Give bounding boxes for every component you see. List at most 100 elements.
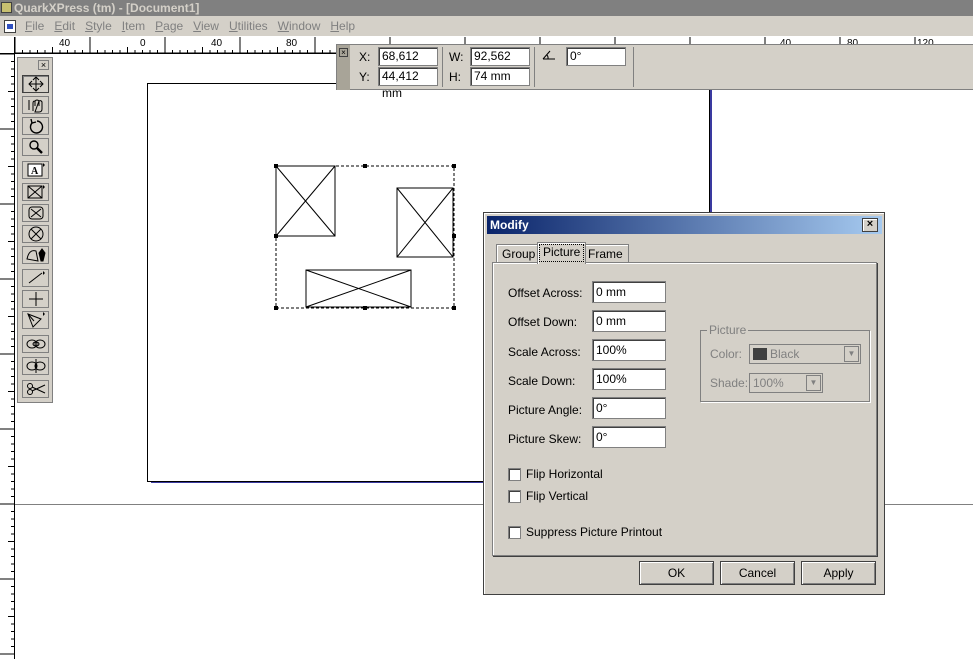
content-tool-icon[interactable] <box>22 96 49 114</box>
color-swatch <box>753 348 767 360</box>
suppress-printout-label[interactable]: Suppress Picture Printout <box>526 525 662 539</box>
scale-down-field[interactable]: 100% <box>592 368 666 390</box>
menu-style[interactable]: Style <box>80 19 117 33</box>
apply-button[interactable]: Apply <box>801 561 876 585</box>
menu-item[interactable]: Item <box>117 19 150 33</box>
orthogonal-line-tool-icon[interactable] <box>22 290 49 308</box>
rotation-tool-icon[interactable] <box>22 117 49 135</box>
svg-text:A: A <box>31 166 39 177</box>
move-tool-icon[interactable] <box>22 75 49 93</box>
y-label: Y: <box>359 70 370 84</box>
shade-label: Shade: <box>710 376 749 390</box>
tab-group[interactable]: Group <box>496 244 542 264</box>
tools-palette: × A <box>17 57 53 403</box>
angle-icon <box>542 50 555 60</box>
line-tool-icon[interactable] <box>22 269 49 287</box>
picture-skew-label: Picture Skew: <box>508 432 582 446</box>
menu-file[interactable]: File <box>20 19 49 33</box>
menu-bar: File Edit Style Item Page View Utilities… <box>0 16 973 37</box>
picture-box-1 <box>275 165 336 237</box>
picture-tab-panel: Offset Across: 0 mm Offset Down: 0 mm Sc… <box>492 262 877 556</box>
picture-box-3 <box>305 269 412 308</box>
scale-across-label: Scale Across: <box>508 345 581 359</box>
color-value: Black <box>770 347 800 361</box>
zoom-tool-icon[interactable] <box>22 138 49 156</box>
chevron-down-icon[interactable]: ▼ <box>844 346 859 362</box>
flip-horizontal-label[interactable]: Flip Horizontal <box>526 467 603 481</box>
linking-tool-icon[interactable] <box>22 335 49 353</box>
ruler-label: 40 <box>59 38 71 49</box>
chevron-down-icon[interactable]: ▼ <box>806 375 821 391</box>
color-select[interactable]: Black ▼ <box>749 344 861 364</box>
window-title: QuarkXPress (tm) - [Document1] <box>14 1 200 15</box>
width-label: W: <box>449 50 464 64</box>
offset-down-label: Offset Down: <box>508 315 578 329</box>
ok-button[interactable]: OK <box>639 561 714 585</box>
width-field[interactable]: 92,562 mm <box>470 47 530 80</box>
shade-value: 100% <box>753 376 784 390</box>
picture-box-2 <box>396 187 454 258</box>
offset-across-field[interactable]: 0 mm <box>592 281 666 303</box>
menu-utilities[interactable]: Utilities <box>224 19 273 33</box>
modify-dialog: Modify × Group Picture Frame Offset Acro… <box>483 212 885 595</box>
ruler-label: 40 <box>211 38 223 49</box>
vertical-ruler[interactable] <box>0 54 15 659</box>
scissors-tool-icon[interactable] <box>22 380 49 398</box>
y-field[interactable]: 44,412 mm <box>378 67 438 100</box>
dialog-title: Modify <box>490 218 529 232</box>
picture-angle-field[interactable]: 0° <box>592 397 666 419</box>
scale-across-field[interactable]: 100% <box>592 339 666 361</box>
cancel-button[interactable]: Cancel <box>720 561 795 585</box>
text-box-tool-icon[interactable]: A <box>22 161 49 179</box>
shade-select[interactable]: 100% ▼ <box>749 373 823 393</box>
menu-help[interactable]: Help <box>325 19 360 33</box>
divider <box>442 47 443 87</box>
picture-color-group: Picture Color: Black ▼ Shade: 100% ▼ <box>700 323 870 402</box>
tab-frame[interactable]: Frame <box>582 244 629 264</box>
height-label: H: <box>449 70 461 84</box>
ruler-ticks <box>0 54 14 655</box>
measurements-palette: × X: 68,612 mm Y: 44,412 mm W: 92,562 mm… <box>336 44 973 100</box>
x-field[interactable]: 68,612 mm <box>378 47 438 80</box>
oval-picture-box-tool-icon[interactable] <box>22 225 49 243</box>
close-icon[interactable]: × <box>862 218 878 232</box>
menu-window[interactable]: Window <box>273 19 326 33</box>
app-icon[interactable] <box>1 2 12 13</box>
picture-group-legend: Picture <box>707 323 749 337</box>
x-label: X: <box>359 50 371 64</box>
color-label: Color: <box>710 347 743 361</box>
offset-down-field[interactable]: 0 mm <box>592 310 666 332</box>
height-field[interactable]: 74 mm <box>470 67 530 86</box>
suppress-printout-checkbox[interactable] <box>508 526 521 539</box>
close-icon[interactable]: × <box>339 48 348 57</box>
divider <box>534 47 535 87</box>
ruler-origin[interactable] <box>0 37 15 54</box>
palette-grip[interactable]: × <box>337 45 350 90</box>
flip-vertical-label[interactable]: Flip Vertical <box>526 489 588 503</box>
flip-horizontal-checkbox[interactable] <box>508 468 521 481</box>
angle-field[interactable]: 0° <box>566 47 626 66</box>
close-icon[interactable]: × <box>38 60 49 70</box>
selection-handles <box>274 164 456 310</box>
picture-box-group[interactable] <box>270 160 460 314</box>
tab-picture[interactable]: Picture <box>537 242 587 264</box>
flip-vertical-checkbox[interactable] <box>508 490 521 503</box>
offset-across-label: Offset Across: <box>508 286 583 300</box>
bezier-picture-box-tool-icon[interactable] <box>22 246 49 264</box>
divider <box>633 47 634 87</box>
unlinking-tool-icon[interactable] <box>22 357 49 375</box>
menu-view[interactable]: View <box>188 19 224 33</box>
window-title-bar: QuarkXPress (tm) - [Document1] <box>0 0 973 16</box>
rect-picture-box-tool-icon[interactable] <box>22 183 49 201</box>
dialog-title-bar[interactable]: Modify <box>487 216 882 234</box>
picture-skew-field[interactable]: 0° <box>592 426 666 448</box>
menu-edit[interactable]: Edit <box>49 19 80 33</box>
ruler-label: 0 <box>140 38 146 49</box>
scale-down-label: Scale Down: <box>508 374 576 388</box>
picture-angle-label: Picture Angle: <box>508 403 583 417</box>
pen-tool-icon[interactable] <box>22 311 49 329</box>
document-icon[interactable] <box>4 19 16 33</box>
rounded-picture-box-tool-icon[interactable] <box>22 204 49 222</box>
menu-page[interactable]: Page <box>150 19 188 33</box>
ruler-label: 80 <box>286 38 298 49</box>
